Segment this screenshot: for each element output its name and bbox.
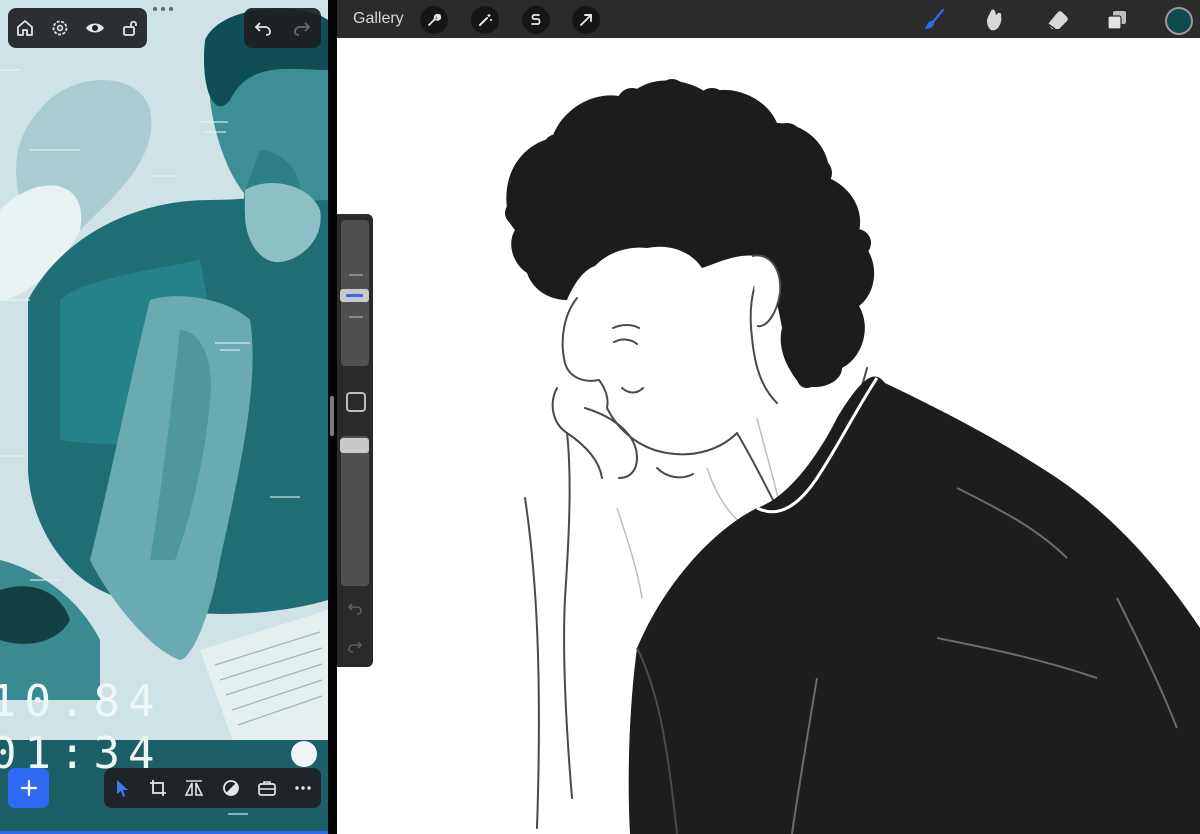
adjust-icon[interactable] xyxy=(219,776,243,800)
flip-icon[interactable] xyxy=(182,776,206,800)
transform-arrow-icon xyxy=(580,14,592,26)
select-arrow-icon[interactable] xyxy=(110,776,134,800)
more-icon[interactable] xyxy=(291,776,315,800)
size-tick xyxy=(349,274,363,276)
drawing-toolbar: Gallery xyxy=(337,0,1200,38)
smudge-tool-button[interactable] xyxy=(980,6,1008,34)
brush-icon xyxy=(925,8,945,29)
window-grabber[interactable] xyxy=(153,7,173,11)
selection-button[interactable] xyxy=(522,6,550,34)
color-picker-button[interactable] xyxy=(1165,7,1193,35)
actions-button[interactable] xyxy=(420,6,448,34)
redo-icon[interactable] xyxy=(290,16,314,40)
drawing-app: Gallery xyxy=(337,0,1200,834)
undo-icon[interactable] xyxy=(251,16,275,40)
redo-icon xyxy=(348,641,363,653)
brush-opacity-slider[interactable] xyxy=(341,436,369,586)
transform-button[interactable] xyxy=(572,6,600,34)
reference-history-controls xyxy=(244,8,321,48)
reference-bottom-toolbar xyxy=(104,768,321,808)
settings-icon[interactable] xyxy=(48,16,72,40)
reference-top-controls xyxy=(8,8,147,48)
adjustments-button[interactable] xyxy=(471,6,499,34)
toolbox-icon[interactable] xyxy=(255,776,279,800)
eraser-tool-button[interactable] xyxy=(1043,6,1071,34)
split-view-handle[interactable] xyxy=(330,396,334,436)
unlock-icon[interactable] xyxy=(118,16,142,40)
crop-icon[interactable] xyxy=(146,776,170,800)
brush-tool-button[interactable] xyxy=(920,6,948,34)
selection-s-icon xyxy=(531,14,541,25)
modify-button[interactable] xyxy=(346,392,366,412)
layers-icon xyxy=(1107,11,1126,30)
wrench-icon xyxy=(428,13,442,26)
brush-sidebar xyxy=(337,214,373,667)
smudge-icon xyxy=(987,9,1002,31)
clock-line-1: 10.84 xyxy=(0,676,163,727)
brush-opacity-thumb[interactable] xyxy=(340,438,369,453)
sidebar-undo-button[interactable] xyxy=(345,599,365,619)
drawing-canvas[interactable] xyxy=(337,38,1200,834)
home-icon[interactable] xyxy=(13,16,37,40)
brush-size-thumb[interactable] xyxy=(340,289,369,302)
magic-wand-icon xyxy=(479,14,492,26)
reference-app: 10.84 01:34 xyxy=(0,0,328,834)
split-view-divider xyxy=(328,0,337,834)
plus-icon xyxy=(20,779,37,797)
sidebar-redo-button[interactable] xyxy=(345,637,365,657)
size-tick xyxy=(349,316,363,318)
undo-icon xyxy=(347,603,362,615)
add-button[interactable] xyxy=(8,768,49,808)
gallery-button[interactable]: Gallery xyxy=(353,10,404,28)
eye-icon[interactable] xyxy=(83,16,107,40)
layers-button[interactable] xyxy=(1103,6,1131,34)
eraser-icon xyxy=(1047,11,1068,30)
reference-clock-text: 10.84 01:34 xyxy=(0,676,162,780)
